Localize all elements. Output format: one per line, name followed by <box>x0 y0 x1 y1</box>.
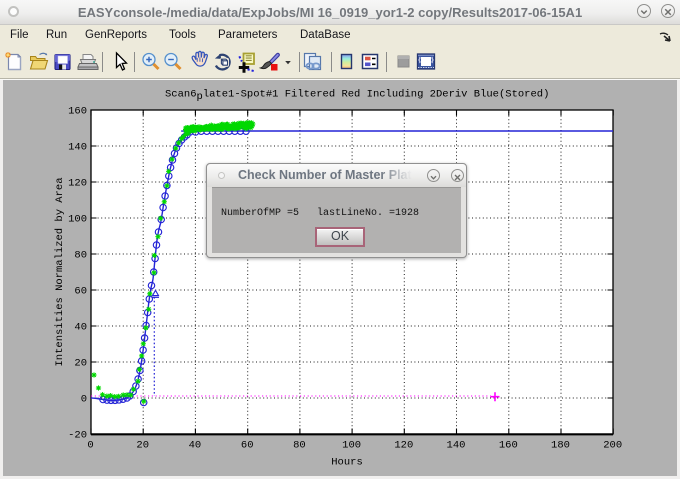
svg-text:0: 0 <box>87 440 93 452</box>
svg-text:40: 40 <box>74 322 87 334</box>
svg-text:Scan6plate1-Spot#1 Filtered Re: Scan6plate1-Spot#1 Filtered Red Includin… <box>165 89 549 104</box>
svg-text:0: 0 <box>81 394 87 406</box>
svg-text:160: 160 <box>499 440 518 452</box>
svg-text:80: 80 <box>74 250 87 262</box>
svg-text:160: 160 <box>68 106 87 118</box>
svg-text:100: 100 <box>68 214 87 226</box>
svg-text:60: 60 <box>241 440 254 452</box>
svg-text:Hours: Hours <box>331 457 363 469</box>
svg-text:180: 180 <box>551 440 570 452</box>
svg-text:140: 140 <box>447 440 466 452</box>
svg-text:140: 140 <box>68 142 87 154</box>
svg-text:40: 40 <box>189 440 202 452</box>
svg-text:60: 60 <box>74 286 87 298</box>
svg-text:120: 120 <box>394 440 413 452</box>
svg-text:20: 20 <box>74 358 87 370</box>
svg-text:120: 120 <box>68 178 87 190</box>
svg-text:100: 100 <box>342 440 361 452</box>
svg-text:80: 80 <box>293 440 306 452</box>
svg-text:Intensities Normalized by Area: Intensities Normalized by Area <box>54 177 66 366</box>
svg-text:-20: -20 <box>68 430 87 442</box>
svg-text:200: 200 <box>603 440 622 452</box>
svg-text:20: 20 <box>136 440 149 452</box>
